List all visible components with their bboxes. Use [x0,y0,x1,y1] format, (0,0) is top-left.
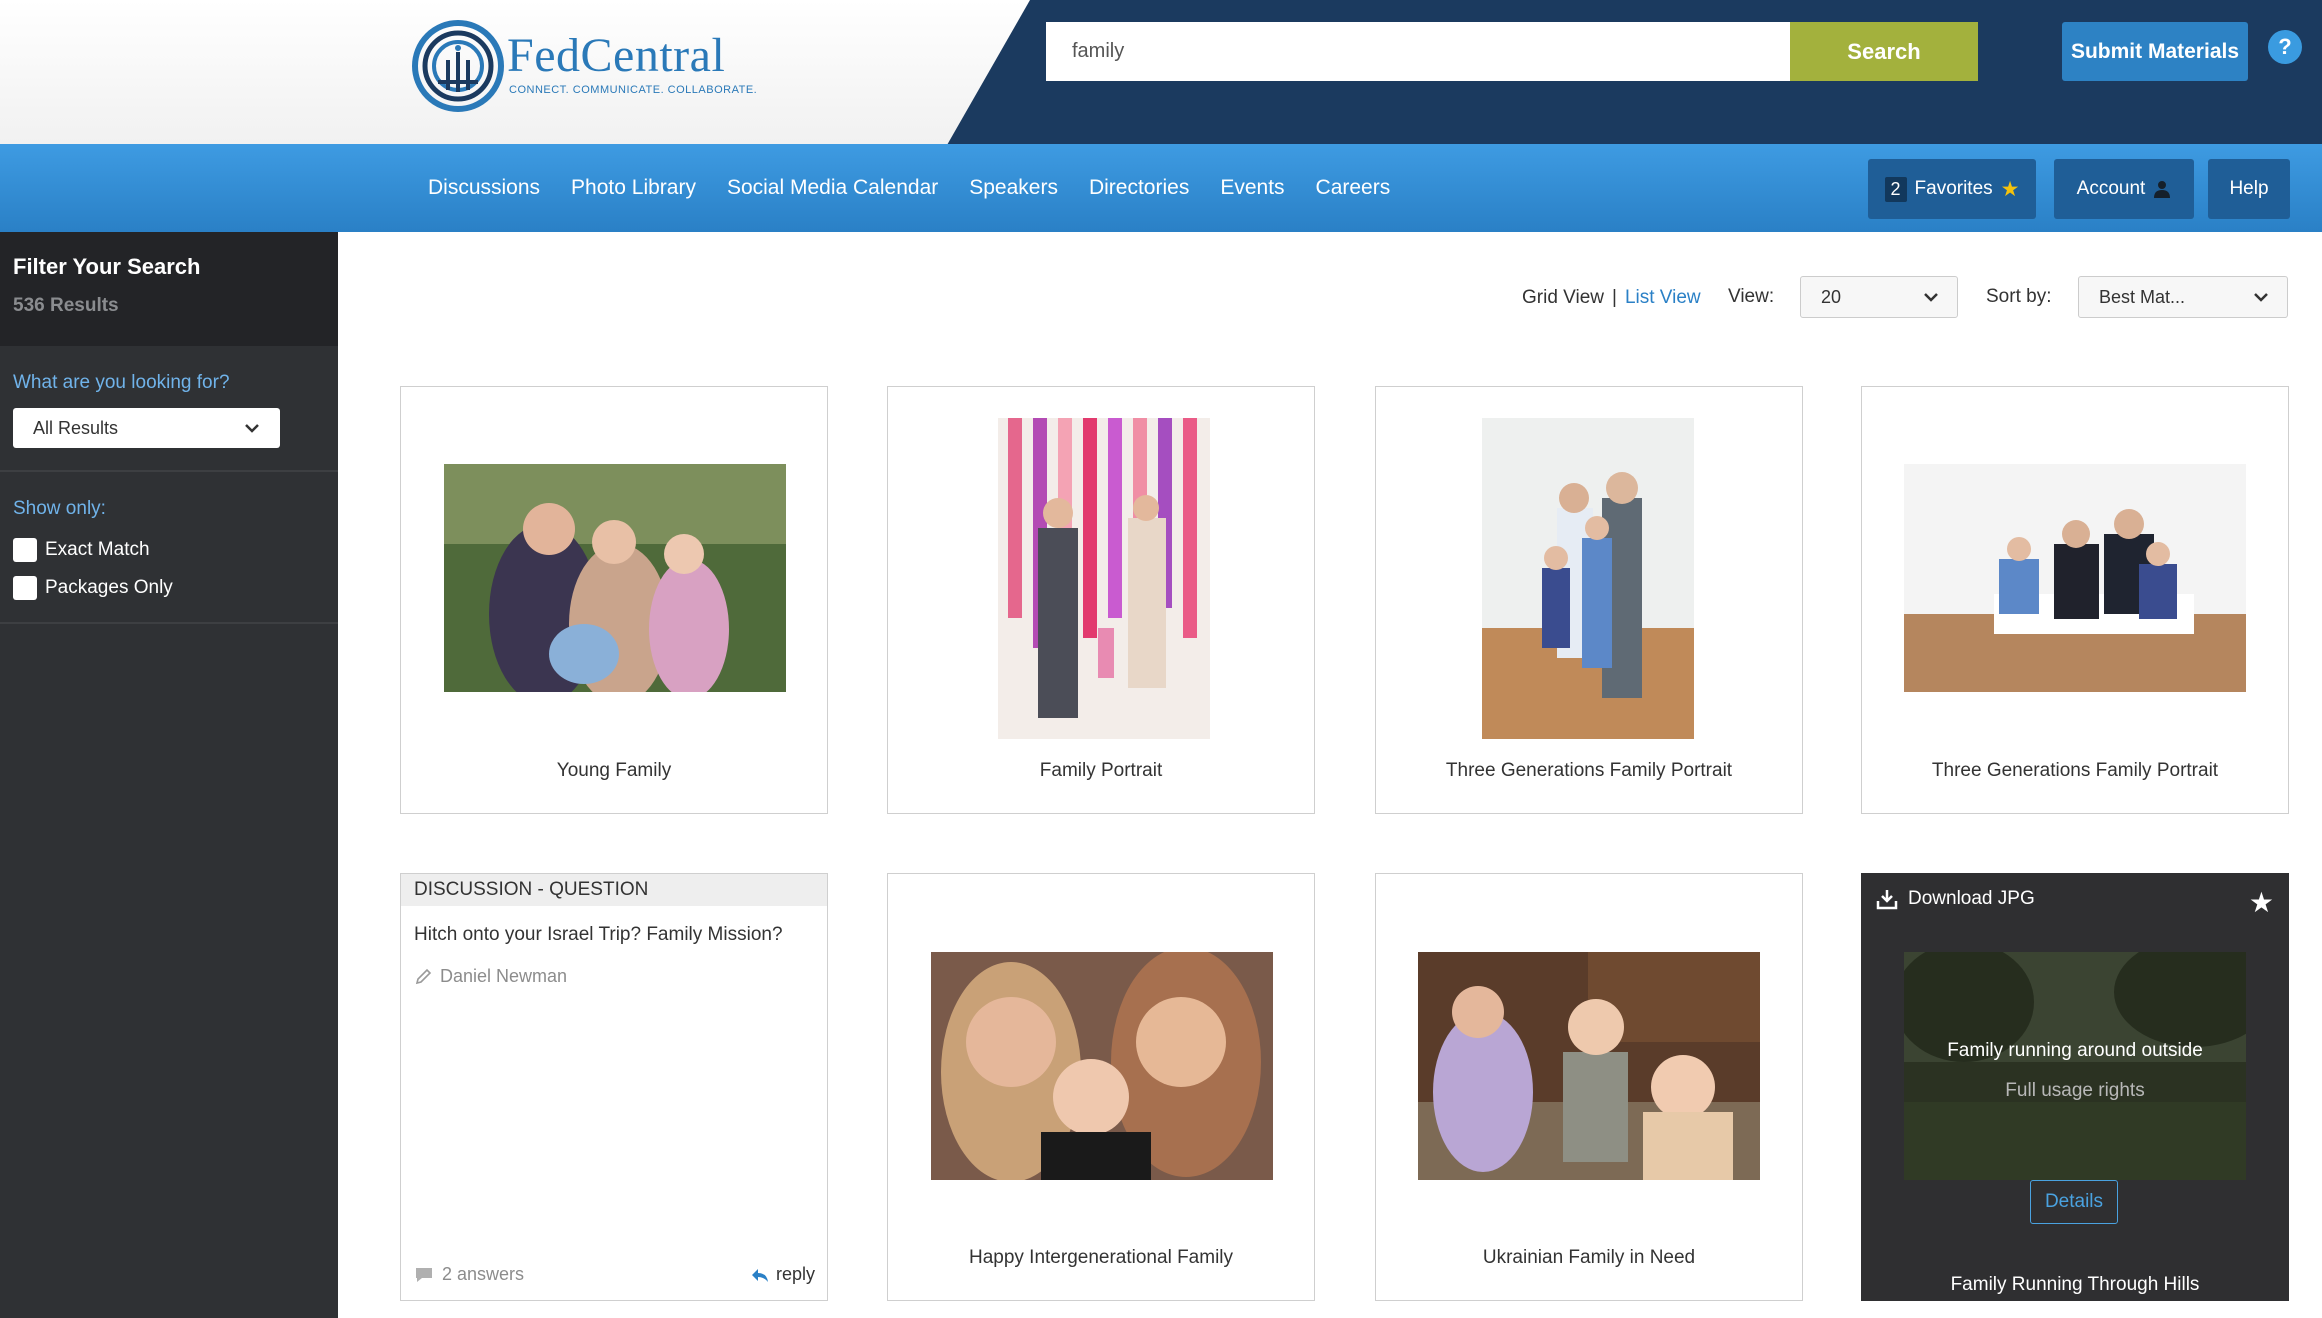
nav-speakers[interactable]: Speakers [969,176,1058,200]
view-separator: | [1612,287,1617,308]
search-input[interactable] [1046,22,1790,81]
sort-by-label: Sort by: [1986,286,2052,307]
user-icon [2154,181,2171,198]
exact-match-label: Exact Match [45,539,150,560]
nav-social-media-calendar[interactable]: Social Media Calendar [727,176,938,200]
packages-only-option[interactable]: Packages Only [13,576,173,600]
nav-careers[interactable]: Careers [1316,176,1391,200]
fedcentral-logo[interactable]: FedCentral CONNECT. COMMUNICATE. COLLABO… [412,20,757,112]
photo-hover-overlay[interactable]: Family running around outside Full usage… [1904,952,2246,1180]
sidebar-divider [0,470,338,472]
discussion-title[interactable]: Hitch onto your Israel Trip? Family Miss… [414,924,783,946]
nav-photo-library[interactable]: Photo Library [571,176,696,200]
ukrainian-family-photo [1418,952,1760,1180]
card-caption: Three Generations Family Portrait [1445,760,1733,781]
view-toggle: Grid View | List View [1522,278,1701,318]
discussion-answers[interactable]: 2 answers [414,1264,524,1285]
discussion-type-label: DISCUSSION - QUESTION [401,874,827,906]
chevron-down-icon [245,424,259,433]
help-icon[interactable]: ? [2268,30,2302,64]
exact-match-checkbox[interactable] [13,538,37,562]
sort-by-select[interactable]: Best Mat... [2078,276,2288,318]
overlay-title: Family running around outside [1947,1040,2203,1061]
three-generations-photo [1482,418,1694,739]
card-caption: Three Generations Family Portrait [1931,760,2219,781]
exact-match-option[interactable]: Exact Match [13,538,150,562]
show-only-label: Show only: [13,498,106,519]
help-button[interactable]: Help [2208,159,2290,219]
looking-for-select[interactable]: All Results [13,408,280,448]
overlay-usage-rights: Full usage rights [2005,1080,2145,1101]
discussion-card[interactable]: DISCUSSION - QUESTION Hitch onto your Is… [400,873,828,1301]
account-label: Account [2076,178,2146,199]
favorite-star-icon[interactable]: ★ [2249,886,2274,919]
logo-tagline: CONNECT. COMMUNICATE. COLLABORATE. [509,84,758,96]
filter-header: Filter Your Search 536 Results [0,232,338,346]
packages-only-checkbox[interactable] [13,576,37,600]
card-caption: Young Family [556,760,672,781]
results-count: 536 Results [13,295,119,316]
chevron-down-icon [2254,293,2268,302]
nav-discussions[interactable]: Discussions [428,176,540,200]
list-view-link[interactable]: List View [1625,287,1701,309]
pencil-icon [415,968,432,984]
account-button[interactable]: Account [2054,159,2194,219]
result-card[interactable]: Three Generations Family Portrait [1375,386,1803,814]
card-caption: Ukrainian Family in Need [1482,1247,1696,1268]
download-label: Download JPG [1908,888,2035,909]
result-card[interactable]: Young Family [400,386,828,814]
filter-sidebar: Filter Your Search 536 Results What are … [0,232,338,1318]
chevron-down-icon [1924,293,1938,302]
grid-view-link[interactable]: Grid View [1522,287,1604,309]
help-label: Help [2229,178,2269,199]
result-card[interactable]: Three Generations Family Portrait [1861,386,2289,814]
view-count-select[interactable]: 20 [1800,276,1958,318]
view-count-label: View: [1728,286,1775,307]
site-header: FedCentral CONNECT. COMMUNICATE. COLLABO… [0,0,2322,144]
details-button[interactable]: Details [2030,1180,2118,1224]
favorites-label: Favorites [1914,178,1993,199]
main-nav: Discussions Photo Library Social Media C… [0,144,2322,232]
family-running-photo [1904,952,2246,1180]
logo-wordmark: FedCentral [507,29,726,82]
looking-for-label: What are you looking for? [13,372,230,393]
packages-only-label: Packages Only [45,577,173,598]
filter-title: Filter Your Search [13,254,201,279]
result-card[interactable]: Happy Intergenerational Family [887,873,1315,1301]
result-card[interactable]: Ukrainian Family in Need [1375,873,1803,1301]
download-icon [1876,890,1898,910]
menorah-logo-icon [412,20,504,112]
nav-links: Discussions Photo Library Social Media C… [428,144,1390,232]
card-caption: Family Running Through Hills [1950,1274,2200,1295]
sort-by-value: Best Mat... [2099,286,2186,307]
looking-for-value: All Results [33,417,119,438]
card-caption: Happy Intergenerational Family [968,1247,1234,1268]
favorites-count: 2 [1884,176,1907,202]
reply-label: reply [775,1264,815,1284]
view-count-value: 20 [1821,286,1842,307]
result-card[interactable]: Family Portrait [887,386,1315,814]
reply-icon [751,1268,768,1282]
reply-link[interactable]: reply [750,1264,815,1285]
happy-family-photo [931,952,1273,1180]
sidebar-divider [0,622,338,624]
favorites-button[interactable]: 2 Favorites ★ [1868,159,2036,219]
star-icon: ★ [2000,177,2020,201]
download-jpg-button[interactable]: Download JPG [1876,888,2035,910]
answers-count: 2 answers [442,1264,525,1284]
comment-icon [416,1267,432,1282]
nav-events[interactable]: Events [1220,176,1284,200]
discussion-author: Daniel Newman [414,966,567,987]
three-generations-sofa-photo [1904,464,2246,692]
author-name: Daniel Newman [440,966,568,986]
submit-materials-button[interactable]: Submit Materials [2062,22,2248,81]
nav-directories[interactable]: Directories [1089,176,1189,200]
family-portrait-photo [998,418,1210,739]
card-caption: Family Portrait [1039,760,1163,781]
result-card-hovered[interactable]: Download JPG ★ Family running around out… [1861,873,2289,1301]
search-button[interactable]: Search [1790,22,1978,81]
young-family-photo [444,464,786,692]
